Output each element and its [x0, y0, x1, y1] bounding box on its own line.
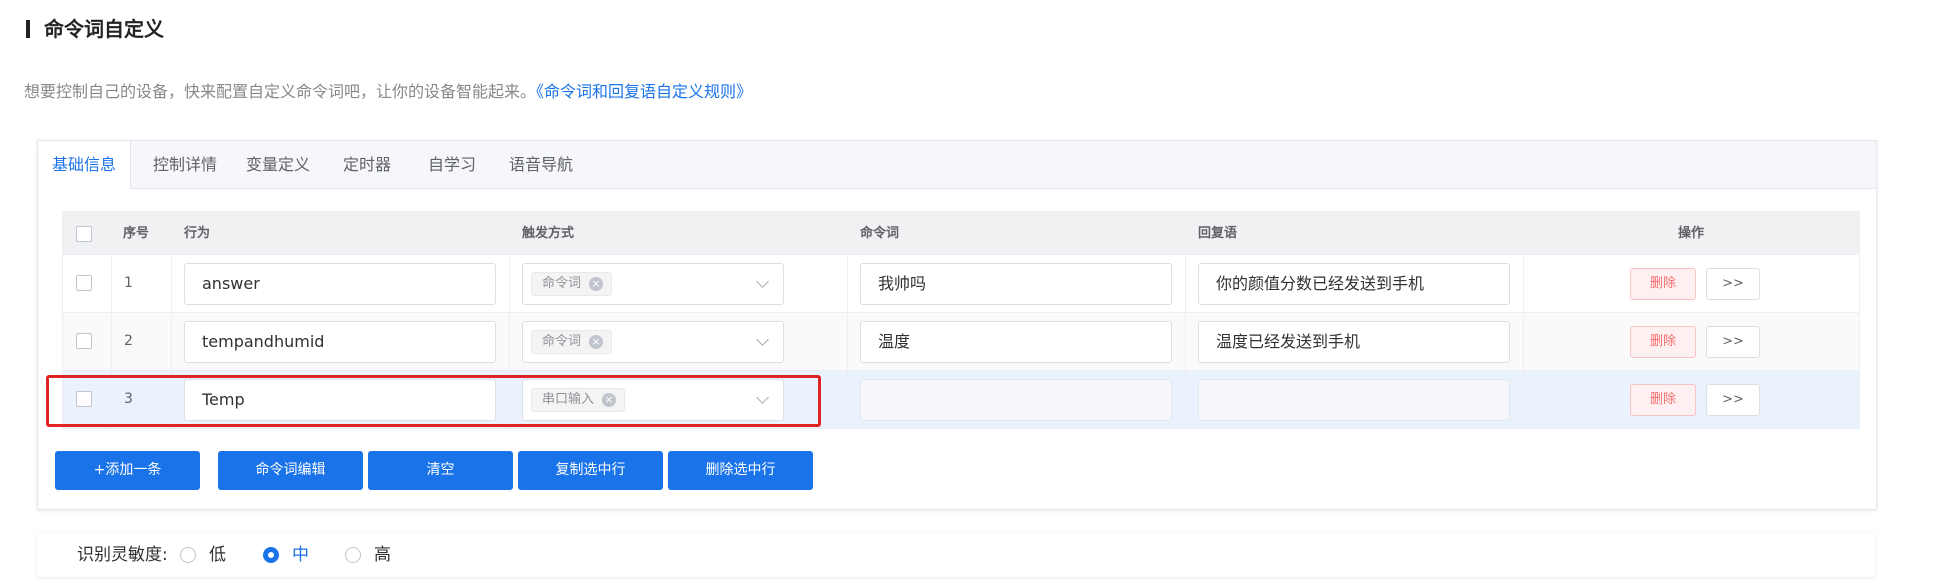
table-row-selected: 3 Temp 串口输入 × 删除 >> [62, 371, 1860, 429]
row-index: 3 [124, 391, 133, 407]
sensitivity-label: 识别灵敏度: [77, 545, 168, 565]
header-operations: 操作 [1678, 226, 1705, 241]
edit-commands-button[interactable]: 命令词编辑 [218, 451, 363, 490]
row-checkbox[interactable] [76, 275, 92, 291]
table-row: 2 tempandhumid 命令词 × 温度 温度已经发送到手机 删除 >> [62, 313, 1860, 371]
header-command: 命令词 [860, 226, 900, 241]
trigger-tag-label: 串口输入 [542, 392, 595, 407]
radio-high[interactable] [345, 547, 361, 563]
action-input[interactable]: Temp [184, 379, 496, 421]
radio-low-label[interactable]: 低 [209, 543, 226, 567]
chevron-down-icon [756, 333, 769, 346]
header-action: 行为 [184, 226, 211, 241]
tab-self-learning[interactable]: 自学习 [413, 141, 491, 188]
radio-medium[interactable] [263, 547, 279, 563]
command-input[interactable]: 我帅吗 [860, 263, 1172, 305]
clear-button[interactable]: 清空 [368, 451, 513, 490]
row-index: 2 [124, 333, 133, 349]
reply-input[interactable]: 温度已经发送到手机 [1198, 321, 1510, 363]
reply-input[interactable]: 你的颜值分数已经发送到手机 [1198, 263, 1510, 305]
trigger-tag: 命令词 × [531, 330, 613, 354]
row-index: 1 [124, 275, 133, 291]
sensitivity-panel: 识别灵敏度: 低 中 高 [37, 533, 1875, 577]
add-row-button[interactable]: +添加一条 [55, 451, 200, 490]
copy-selected-button[interactable]: 复制选中行 [518, 451, 663, 490]
radio-low[interactable] [180, 547, 196, 563]
description-text: 想要控制自己的设备，快来配置自定义命令词吧，让你的设备智能起来。 [24, 82, 537, 101]
trigger-select[interactable]: 命令词 × [522, 321, 784, 363]
tab-variable-definition[interactable]: 变量定义 [235, 141, 321, 188]
header-index: 序号 [123, 226, 150, 241]
trigger-tag-label: 命令词 [542, 276, 582, 291]
header-reply: 回复语 [1198, 226, 1238, 241]
action-input[interactable]: answer [184, 263, 496, 305]
delete-row-button[interactable]: 删除 [1630, 384, 1696, 416]
row-checkbox[interactable] [76, 391, 92, 407]
chevron-down-icon [756, 275, 769, 288]
action-input[interactable]: tempandhumid [184, 321, 496, 363]
command-input[interactable]: 温度 [860, 321, 1172, 363]
trigger-tag-label: 命令词 [542, 334, 582, 349]
tab-timer[interactable]: 定时器 [328, 141, 406, 188]
row-checkbox[interactable] [76, 333, 92, 349]
title-accent-bar [26, 20, 30, 38]
tab-basic-info[interactable]: 基础信息 [38, 141, 131, 189]
expand-row-button[interactable]: >> [1706, 384, 1760, 416]
expand-row-button[interactable]: >> [1706, 268, 1760, 300]
tab-bar: 基础信息 控制详情 变量定义 定时器 自学习 语音导航 [38, 141, 1876, 189]
header-trigger: 触发方式 [522, 226, 575, 241]
radio-medium-label[interactable]: 中 [292, 543, 309, 567]
command-input-disabled [860, 379, 1172, 421]
trigger-select[interactable]: 命令词 × [522, 263, 784, 305]
delete-row-button[interactable]: 删除 [1630, 326, 1696, 358]
select-all-checkbox[interactable] [76, 226, 92, 242]
page-description: 想要控制自己的设备，快来配置自定义命令词吧，让你的设备智能起来。《命令词和回复语… [24, 80, 752, 104]
trigger-tag: 串口输入 × [531, 388, 626, 412]
close-icon[interactable]: × [602, 393, 617, 407]
tab-voice-navigation[interactable]: 语音导航 [498, 141, 584, 188]
trigger-tag: 命令词 × [531, 272, 613, 296]
delete-selected-button[interactable]: 删除选中行 [668, 451, 813, 490]
rules-link[interactable]: 《命令词和回复语自定义规则》 [536, 82, 752, 101]
reply-input-disabled [1198, 379, 1510, 421]
delete-row-button[interactable]: 删除 [1630, 268, 1696, 300]
table-row: 1 answer 命令词 × 我帅吗 你的颜值分数已经发送到手机 删除 >> [62, 255, 1860, 313]
close-icon[interactable]: × [589, 277, 604, 291]
page-title: 命令词自定义 [44, 17, 164, 41]
tab-control-details[interactable]: 控制详情 [142, 141, 228, 188]
chevron-down-icon [756, 391, 769, 404]
close-icon[interactable]: × [589, 335, 604, 349]
radio-high-label[interactable]: 高 [374, 543, 391, 567]
trigger-select[interactable]: 串口输入 × [522, 379, 784, 421]
expand-row-button[interactable]: >> [1706, 326, 1760, 358]
table-header: 序号 行为 触发方式 命令词 回复语 操作 [62, 211, 1860, 255]
